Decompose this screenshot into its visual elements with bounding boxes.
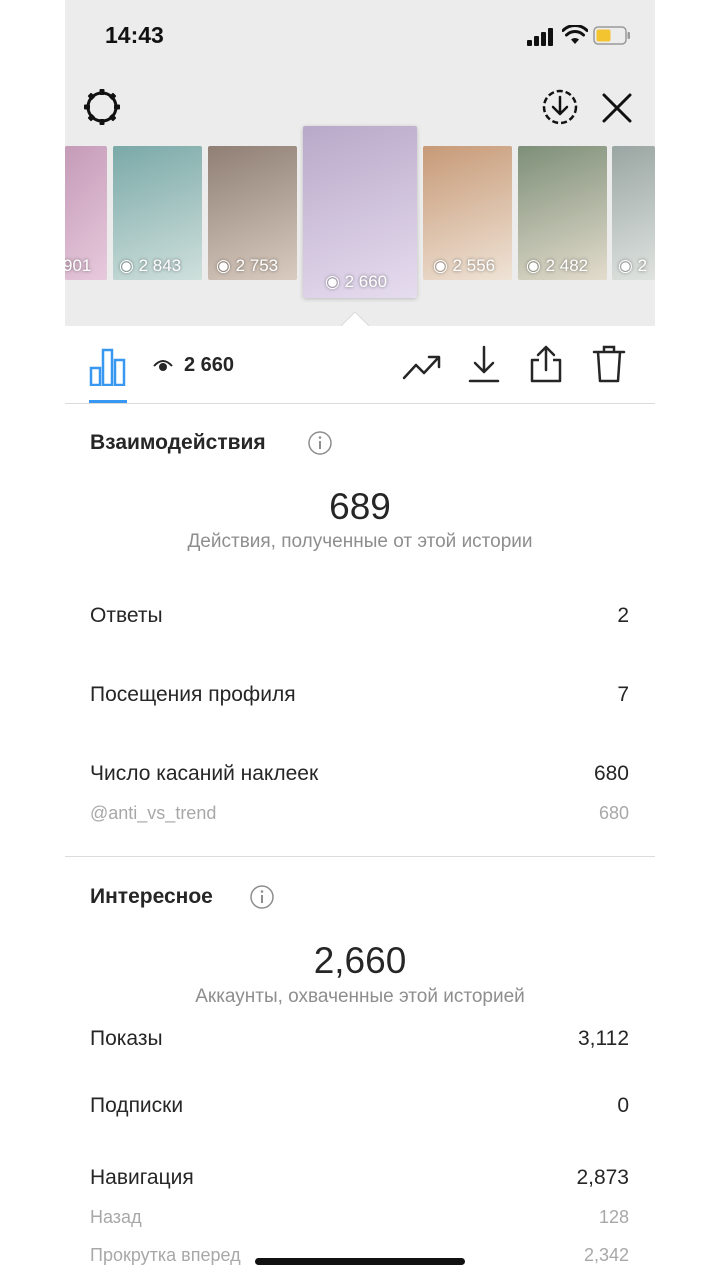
divider: [65, 403, 655, 404]
story-thumbnail-selected[interactable]: ◉ 2 660: [303, 126, 417, 298]
discovery-title: Интересное: [90, 885, 213, 908]
views-count: 2 660: [184, 354, 235, 376]
screen: 14:43 901 ◉ 2 843 ◉ 2 753 ◉ 2 660 ◉ 2 55…: [65, 0, 655, 1280]
settings-gear-icon[interactable]: [83, 88, 121, 126]
story-views-count: 2 556: [452, 256, 496, 275]
status-time: 14:43: [105, 22, 164, 48]
interactions-total-caption: Действия, полученные от этой истории: [187, 531, 533, 552]
story-thumbnail[interactable]: ◉ 2: [612, 146, 655, 280]
eye-icon: [153, 360, 173, 371]
forward-label: Прокрутка вперед: [90, 1245, 241, 1265]
selected-story-indicator: [341, 312, 369, 326]
cellular-signal-icon: [527, 28, 553, 46]
story-thumbnail[interactable]: ◉ 2 753: [208, 146, 297, 280]
story-thumbnails-strip[interactable]: 901 ◉ 2 843 ◉ 2 753 ◉ 2 660 ◉ 2 556 ◉ 2 …: [65, 126, 655, 326]
sticker-mention-value: 680: [598, 803, 629, 823]
story-thumbnail[interactable]: ◉ 2 556: [423, 146, 512, 280]
download-icon[interactable]: [467, 344, 501, 384]
profile-visits-label: Посещения профиля: [90, 683, 296, 706]
divider: [65, 856, 655, 857]
navigation-label: Навигация: [90, 1166, 194, 1189]
trending-promote-icon[interactable]: [402, 348, 442, 382]
replies-value: 2: [617, 604, 629, 627]
back-label: Назад: [90, 1207, 142, 1227]
sticker-taps-value: 680: [593, 762, 629, 785]
story-views-count: 901: [65, 256, 92, 275]
discovery-total-caption: Аккаунты, охваченные этой историей: [195, 986, 525, 1007]
discovery-total: 2,660: [313, 940, 407, 981]
home-indicator[interactable]: [255, 1258, 465, 1265]
story-thumbnail[interactable]: 901: [65, 146, 107, 280]
forward-value: 2,342: [583, 1245, 629, 1265]
interactions-total: 689: [329, 486, 391, 527]
follows-value: 0: [617, 1094, 629, 1117]
impressions-value: 3,112: [578, 1027, 629, 1050]
impressions-label: Показы: [90, 1027, 163, 1050]
save-story-download-icon[interactable]: [541, 88, 579, 126]
info-icon[interactable]: [308, 431, 332, 455]
navigation-value: 2,873: [576, 1166, 629, 1189]
profile-visits-value: 7: [617, 683, 629, 706]
delete-trash-icon[interactable]: [592, 344, 626, 384]
story-views-count: 2 843: [138, 256, 182, 275]
sticker-mention-label: @anti_vs_trend: [90, 803, 217, 823]
story-views-count: 2 753: [235, 256, 279, 275]
close-icon[interactable]: [601, 92, 633, 124]
info-icon[interactable]: [250, 885, 274, 909]
status-bar: 14:43: [65, 0, 655, 70]
story-toolbar: 2 660: [65, 326, 655, 404]
story-thumbnail[interactable]: ◉ 2 843: [113, 146, 202, 280]
follows-label: Подписки: [90, 1094, 184, 1117]
sticker-taps-label: Число касаний наклеек: [90, 762, 319, 785]
insights-bar-chart-icon[interactable]: [89, 346, 127, 386]
story-views-count: 2 660: [344, 272, 388, 291]
story-thumbnail[interactable]: ◉ 2 482: [518, 146, 607, 280]
replies-label: Ответы: [90, 604, 163, 627]
wifi-icon: [562, 25, 588, 44]
back-value: 128: [598, 1207, 629, 1227]
story-views-count: 2 482: [545, 256, 589, 275]
share-icon[interactable]: [528, 344, 564, 384]
interactions-title: Взаимодействия: [90, 431, 266, 454]
battery-icon: [593, 26, 630, 45]
story-views-count: 2: [637, 256, 648, 275]
